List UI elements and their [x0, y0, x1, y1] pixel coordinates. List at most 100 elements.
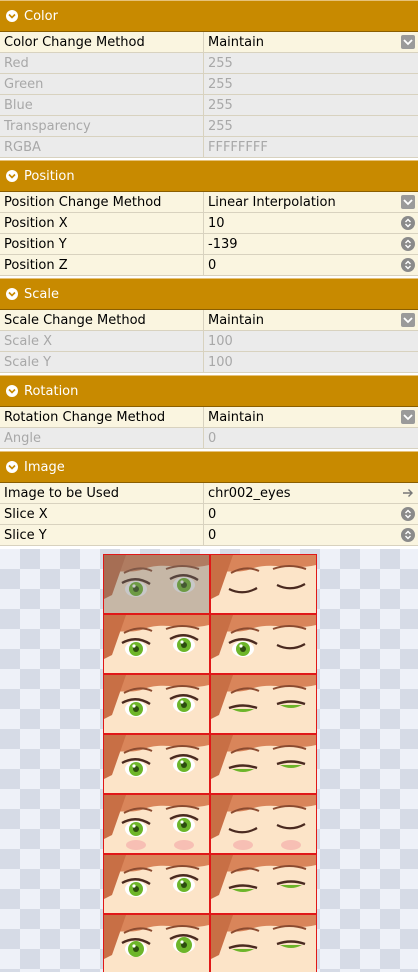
section-title: Scale	[24, 286, 59, 302]
row-position-x[interactable]: Position X 10	[0, 213, 418, 234]
row-label: RGBA	[0, 137, 204, 157]
dropdown-arrow-icon[interactable]	[401, 313, 415, 327]
row-label: Green	[0, 74, 204, 94]
row-transparency: Transparency 255	[0, 116, 418, 137]
row-value: Maintain	[208, 34, 264, 50]
position-z-input[interactable]: 0	[204, 255, 418, 275]
row-value: Linear Interpolation	[208, 194, 336, 210]
sprite-sheet-row	[103, 674, 317, 734]
sprite-sheet-row	[103, 614, 317, 674]
row-position-change-method[interactable]: Position Change Method Linear Interpolat…	[0, 192, 418, 213]
sprite-cell[interactable]	[103, 914, 210, 972]
row-color-change-method[interactable]: Color Change Method Maintain	[0, 32, 418, 53]
row-scale-y: Scale Y 100	[0, 352, 418, 373]
position-x-input[interactable]: 10	[204, 213, 418, 233]
slice-x-input[interactable]: 0	[204, 504, 418, 524]
row-scale-change-method[interactable]: Scale Change Method Maintain	[0, 310, 418, 331]
dropdown-arrow-icon[interactable]	[401, 195, 415, 209]
sprite-sheet-row	[103, 854, 317, 914]
row-label: Position X	[0, 213, 204, 233]
row-value: Maintain	[208, 409, 264, 425]
chevron-down-icon	[6, 385, 18, 397]
row-label: Slice Y	[0, 525, 204, 545]
spinner-icon[interactable]	[401, 216, 415, 230]
row-label: Image to be Used	[0, 483, 204, 503]
sprite-sheet-row	[103, 554, 317, 614]
rotation-change-method-select[interactable]: Maintain	[204, 407, 418, 427]
sprite-cell[interactable]	[103, 674, 210, 734]
row-value: 0	[208, 257, 217, 273]
sprite-cell[interactable]	[210, 614, 317, 674]
row-label: Blue	[0, 95, 204, 115]
image-picker-field[interactable]: chr002_eyes	[204, 483, 418, 503]
sprite-cell[interactable]	[103, 854, 210, 914]
section-header-position[interactable]: Position	[0, 160, 418, 192]
row-label: Transparency	[0, 116, 204, 136]
row-position-z[interactable]: Position Z 0	[0, 255, 418, 276]
section-header-image[interactable]: Image	[0, 451, 418, 483]
sprite-cell[interactable]	[103, 554, 210, 614]
sprite-sheet-row	[103, 734, 317, 794]
row-value: -139	[208, 236, 238, 252]
sprite-cell[interactable]	[210, 854, 317, 914]
row-label: Color Change Method	[0, 32, 204, 52]
row-value: FFFFFFFF	[208, 139, 268, 155]
row-rgba: RGBA FFFFFFFF	[0, 137, 418, 158]
sprite-sheet	[103, 554, 317, 972]
row-angle: Angle 0	[0, 428, 418, 449]
row-label: Position Y	[0, 234, 204, 254]
row-value: 100	[208, 333, 233, 349]
row-label: Slice X	[0, 504, 204, 524]
spinner-icon[interactable]	[401, 258, 415, 272]
row-label: Scale Y	[0, 352, 204, 372]
row-value: 0	[208, 506, 217, 522]
row-image-to-be-used[interactable]: Image to be Used chr002_eyes	[0, 483, 418, 504]
dropdown-arrow-icon[interactable]	[401, 410, 415, 424]
row-slice-y[interactable]: Slice Y 0	[0, 525, 418, 546]
row-value: 255	[208, 55, 233, 71]
scale-change-method-select[interactable]: Maintain	[204, 310, 418, 330]
row-value: 255	[208, 97, 233, 113]
sprite-cell[interactable]	[210, 794, 317, 854]
color-change-method-select[interactable]: Maintain	[204, 32, 418, 52]
section-header-scale[interactable]: Scale	[0, 278, 418, 310]
section-title: Position	[24, 168, 75, 184]
row-rotation-change-method[interactable]: Rotation Change Method Maintain	[0, 407, 418, 428]
sprite-cell[interactable]	[210, 914, 317, 972]
row-scale-x: Scale X 100	[0, 331, 418, 352]
row-value: chr002_eyes	[208, 485, 291, 501]
position-change-method-select[interactable]: Linear Interpolation	[204, 192, 418, 212]
sprite-cell[interactable]	[210, 734, 317, 794]
spinner-icon[interactable]	[401, 237, 415, 251]
dropdown-arrow-icon[interactable]	[401, 35, 415, 49]
spinner-icon[interactable]	[401, 507, 415, 521]
image-preview-area	[0, 549, 418, 972]
sprite-cell[interactable]	[103, 794, 210, 854]
sprite-cell[interactable]	[210, 674, 317, 734]
scale-x-field: 100	[204, 331, 418, 351]
transparency-field: 255	[204, 116, 418, 136]
row-slice-x[interactable]: Slice X 0	[0, 504, 418, 525]
red-field: 255	[204, 53, 418, 73]
spinner-icon[interactable]	[401, 528, 415, 542]
position-y-input[interactable]: -139	[204, 234, 418, 254]
section-header-color[interactable]: Color	[0, 0, 418, 32]
arrow-right-icon[interactable]	[401, 486, 415, 500]
row-value: 255	[208, 118, 233, 134]
sprite-cell[interactable]	[103, 734, 210, 794]
scale-y-field: 100	[204, 352, 418, 372]
section-title: Image	[24, 459, 65, 475]
sprite-cell[interactable]	[103, 614, 210, 674]
row-blue: Blue 255	[0, 95, 418, 116]
row-label: Red	[0, 53, 204, 73]
row-red: Red 255	[0, 53, 418, 74]
section-header-rotation[interactable]: Rotation	[0, 375, 418, 407]
slice-y-input[interactable]: 0	[204, 525, 418, 545]
sprite-sheet-row	[103, 794, 317, 854]
row-label: Scale X	[0, 331, 204, 351]
section-title: Rotation	[24, 383, 79, 399]
sprite-cell[interactable]	[210, 554, 317, 614]
row-position-y[interactable]: Position Y -139	[0, 234, 418, 255]
row-label: Position Z	[0, 255, 204, 275]
rgba-field: FFFFFFFF	[204, 137, 418, 157]
